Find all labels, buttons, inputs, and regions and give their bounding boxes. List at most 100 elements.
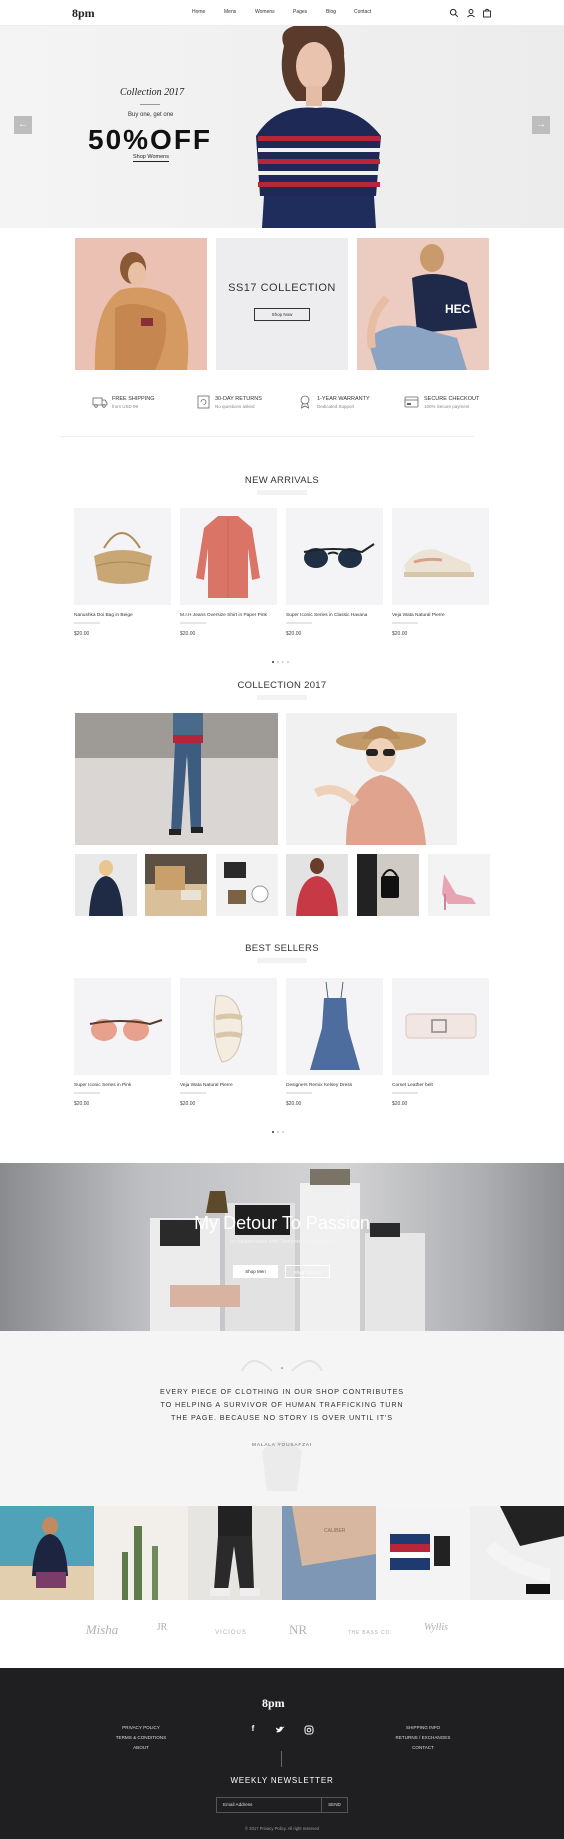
product-image-belt[interactable] xyxy=(392,978,489,1075)
feature-subtitle: 100% Secure payment xyxy=(424,404,470,409)
collection-thumb-2[interactable] xyxy=(145,854,207,916)
feature-subtitle: Dedicated Support xyxy=(317,404,355,409)
new-arrivals-title-underlay xyxy=(257,490,307,495)
collection-title-underlay xyxy=(257,695,307,700)
search-icon[interactable] xyxy=(449,8,459,18)
user-icon[interactable] xyxy=(466,8,476,18)
quote-section: “ EVERY PIECE OF CLOTHING IN OUR SHOP CO… xyxy=(0,1331,564,1506)
product-name[interactable]: Designers Remix Kelsey Dress xyxy=(286,1083,352,1088)
product-name[interactable]: Super Iconic Series in Classic Havana xyxy=(286,613,367,618)
best-sellers-pagination[interactable] xyxy=(270,1120,285,1133)
promo-fur-coat[interactable] xyxy=(75,238,207,370)
collection-thumb-6[interactable] xyxy=(428,854,490,916)
pagination-dot[interactable] xyxy=(271,661,274,663)
sunglasses-image xyxy=(303,543,375,568)
thumb-photo xyxy=(442,874,476,910)
pagination-dot[interactable] xyxy=(286,661,289,663)
collection-street-image[interactable] xyxy=(75,713,278,845)
brand-logo[interactable]: VICIOUS xyxy=(201,1630,261,1636)
fur-coat-image xyxy=(94,252,189,370)
site-logo[interactable]: 8pm xyxy=(72,6,95,21)
hero-shop-link[interactable]: Shop Womens xyxy=(133,154,169,162)
instagram-photo-4[interactable]: CALIBER xyxy=(282,1506,376,1600)
hero-prev-arrow-icon[interactable]: ← xyxy=(14,116,32,134)
shop-men-button[interactable]: Shop Men xyxy=(233,1265,278,1278)
product-name[interactable]: Veja Wata Natural Pierre xyxy=(392,613,445,618)
new-arrivals-pagination[interactable] xyxy=(270,650,290,663)
rating-stars xyxy=(392,1092,418,1094)
footer-link-shipping[interactable]: SHIPPING INFO xyxy=(383,1725,463,1730)
product-price: $20.00 xyxy=(392,631,408,637)
product-name[interactable]: Nanushka Doi Bag in Beige xyxy=(74,613,133,618)
footer-link-returns[interactable]: RETURNS / EXCHANGES xyxy=(383,1735,463,1740)
product-name[interactable]: Super Iconic Series in Pink xyxy=(74,1083,131,1088)
brand-logo[interactable]: JR xyxy=(132,1622,192,1633)
footer-logo[interactable]: 8pm xyxy=(262,1696,285,1711)
twitter-icon[interactable] xyxy=(275,1725,285,1735)
brand-logo[interactable]: NR xyxy=(268,1622,328,1638)
product-name[interactable]: Corset Leather belt xyxy=(392,1083,433,1088)
brand-logo[interactable]: THE BASS CO. xyxy=(340,1630,400,1636)
nav-pages[interactable]: Pages xyxy=(293,9,307,15)
facebook-icon[interactable]: f xyxy=(248,1724,258,1733)
product-image-sneakers[interactable] xyxy=(392,508,489,605)
brand-logo[interactable]: Misha xyxy=(72,1622,132,1638)
cart-icon[interactable] xyxy=(482,8,492,18)
rating-stars xyxy=(180,1092,206,1094)
collection-thumb-1[interactable] xyxy=(75,854,137,916)
product-image-shirt[interactable] xyxy=(180,508,277,605)
nav-womens[interactable]: Womens xyxy=(255,9,275,15)
promo-jeans[interactable]: HEC xyxy=(357,238,489,370)
instagram-photo-6[interactable] xyxy=(470,1506,564,1600)
product-image-sandal[interactable] xyxy=(180,978,277,1075)
pagination-dot[interactable] xyxy=(271,1131,274,1133)
sandal-image xyxy=(213,995,243,1063)
footer-link-contact[interactable]: CONTACT xyxy=(383,1745,463,1750)
promo-banner: My Detour To Passion In collaboration wi… xyxy=(0,1163,564,1331)
feature-subtitle: No questions asked xyxy=(215,404,255,409)
newsletter-send-button[interactable]: SEND xyxy=(322,1797,348,1813)
instagram-photo-3[interactable] xyxy=(188,1506,282,1600)
footer-link-privacy[interactable]: PRIVACY POLICY xyxy=(101,1725,181,1730)
hero-divider xyxy=(140,104,160,105)
collection-thumb-3[interactable] xyxy=(216,854,278,916)
nav-home[interactable]: Home xyxy=(192,9,205,15)
instagram-icon[interactable] xyxy=(304,1725,314,1735)
pagination-dot[interactable] xyxy=(276,1131,279,1133)
collection-thumb-5[interactable] xyxy=(357,854,419,916)
pagination-dot[interactable] xyxy=(281,661,284,663)
product-name[interactable]: M.I.H Jeans Oversize Shirt in Paper Pink xyxy=(180,613,267,618)
instagram-photo-5[interactable] xyxy=(376,1506,470,1600)
nav-blog[interactable]: Blog xyxy=(326,9,336,15)
feature-subtitle: from USD 99 xyxy=(112,404,139,409)
promo-shop-now-button[interactable]: Shop Now xyxy=(254,308,310,321)
shop-women-button[interactable]: Shop Women xyxy=(285,1265,330,1278)
pagination-dot[interactable] xyxy=(276,661,279,663)
product-image-bag[interactable] xyxy=(74,508,171,605)
product-image-sunglasses[interactable] xyxy=(286,508,383,605)
product-image-pink-sunglasses[interactable] xyxy=(74,978,171,1075)
nav-mens[interactable]: Mens xyxy=(224,9,236,15)
hat-model-photo xyxy=(313,726,426,845)
footer-link-about[interactable]: ABOUT xyxy=(101,1745,181,1750)
copyright-text: © 2017 Privacy Policy. All right reserve… xyxy=(245,1826,319,1831)
newsletter-email-field[interactable]: Email Address xyxy=(216,1797,322,1813)
instagram-photo-2[interactable] xyxy=(94,1506,188,1600)
footer-link-terms[interactable]: TERMS & CONDITIONS xyxy=(101,1735,181,1740)
feature-secure-checkout: SECURE CHECKOUT 100% Secure payment xyxy=(398,394,508,414)
feature-title: FREE SHIPPING xyxy=(112,396,155,402)
product-name[interactable]: Veja Wata Natural Pierre xyxy=(180,1083,233,1088)
product-image-dress[interactable] xyxy=(286,978,383,1075)
instagram-photo-1[interactable] xyxy=(0,1506,94,1600)
site-footer: 8pm PRIVACY POLICY TERMS & CONDITIONS AB… xyxy=(0,1668,564,1839)
nav-contact[interactable]: Contact xyxy=(354,9,371,15)
thumb-photo xyxy=(89,860,123,916)
product-price: $20.00 xyxy=(180,1101,196,1107)
hero-next-arrow-icon[interactable]: → xyxy=(532,116,550,134)
collection-thumb-4[interactable] xyxy=(286,854,348,916)
collection-hat-image[interactable] xyxy=(286,713,457,845)
rating-stars xyxy=(74,622,100,624)
product-price: $20.00 xyxy=(74,1101,90,1107)
pagination-dot[interactable] xyxy=(281,1131,284,1133)
brand-logo[interactable]: Wyllis xyxy=(406,1622,466,1633)
